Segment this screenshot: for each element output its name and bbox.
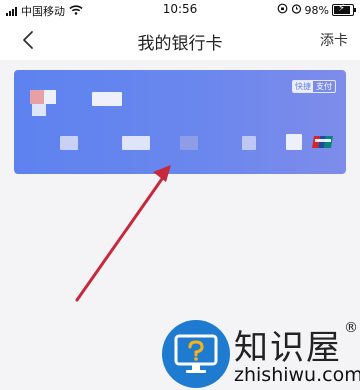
quick-pay-label-2: 支付 <box>316 82 332 91</box>
screen: 中国移动 10:56 98% ⚡ 我的银行卡 添卡 快捷 支付 知识屋 ® zh… <box>0 0 360 390</box>
add-card-button[interactable]: 添卡 <box>320 30 348 50</box>
bank-logo-icon <box>30 86 60 116</box>
registered-mark: ® <box>344 320 358 336</box>
unionpay-logo-icon <box>312 134 334 150</box>
page-title: 我的银行卡 <box>137 34 223 54</box>
quick-pay-badge: 快捷 支付 <box>292 80 336 93</box>
nav-bar: 我的银行卡 添卡 <box>0 20 360 60</box>
quick-pay-label-1: 快捷 <box>293 81 313 92</box>
watermark: 知识屋 ® zhishiwu.com <box>160 318 360 390</box>
card-number-blurred <box>122 136 150 150</box>
bank-card[interactable]: 快捷 支付 <box>14 70 346 174</box>
battery-percent: 98% <box>304 3 329 17</box>
status-bar: 中国移动 10:56 98% ⚡ <box>0 0 360 20</box>
card-number-blurred <box>242 136 256 150</box>
card-number-blurred <box>180 136 198 150</box>
watermark-url: zhishiwu.com <box>234 364 360 386</box>
battery-icon: ⚡ <box>332 3 356 16</box>
watermark-title: 知识屋 <box>234 328 342 368</box>
bank-name-blurred <box>92 92 122 106</box>
monitor-question-icon <box>162 320 230 388</box>
alarm-icon <box>291 3 302 17</box>
card-number-blurred <box>286 134 302 150</box>
status-right: 98% ⚡ <box>277 3 356 17</box>
lock-rotation-icon <box>277 3 288 17</box>
card-number-blurred <box>60 136 78 150</box>
